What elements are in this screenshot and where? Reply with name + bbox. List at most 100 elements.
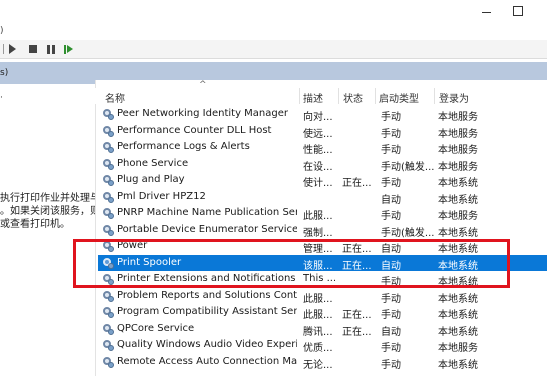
service-startup-type: 手动 xyxy=(381,310,401,321)
service-gear-icon xyxy=(102,125,114,137)
service-startup-type: 手动 xyxy=(381,145,401,156)
column-header-description[interactable]: 描述 xyxy=(303,90,323,105)
service-gear-icon xyxy=(102,290,114,302)
service-status: 正在... xyxy=(342,310,372,321)
column-header-startup-type[interactable]: 启动类型 xyxy=(379,90,419,105)
restart-icon[interactable] xyxy=(64,45,73,54)
service-logon-as: 本地服务 xyxy=(438,343,478,354)
service-logon-as: 本地服务 xyxy=(438,161,478,173)
service-row[interactable]: PNRP Machine Name Publication Serv... 此服.… xyxy=(98,205,547,222)
service-row[interactable]: Problem Reports and Solutions Contr... 此服… xyxy=(98,288,547,305)
column-divider[interactable] xyxy=(338,88,339,104)
service-logon-as: 本地服务 xyxy=(438,112,478,123)
service-logon-as: 本地系统 xyxy=(438,194,478,206)
service-startup-type: 手动 xyxy=(381,293,401,305)
service-name: Plug and Play xyxy=(117,174,185,185)
pause-icon[interactable] xyxy=(47,45,55,54)
column-header-row: 名称 描述 状态 启动类型 登录为 xyxy=(95,88,547,105)
service-description: 无论... xyxy=(303,359,333,371)
service-startup-type: 手动 xyxy=(381,211,401,222)
service-startup-type: 手动 xyxy=(381,343,401,354)
menu-fragment: ) xyxy=(0,26,4,36)
title-bar xyxy=(0,0,547,24)
service-logon-as: 本地系统 xyxy=(438,227,478,239)
column-divider[interactable] xyxy=(375,88,376,104)
minimize-icon[interactable] xyxy=(476,2,496,20)
tree-item-fragment[interactable]: s) xyxy=(0,68,8,78)
maximize-icon[interactable] xyxy=(508,2,528,20)
service-logon-as: 本地系统 xyxy=(438,178,478,189)
service-startup-type: 手动(触发... xyxy=(381,227,435,239)
service-logon-as: 本地服务 xyxy=(438,145,478,156)
service-logon-as: 本地系统 xyxy=(438,326,478,338)
service-gear-icon xyxy=(102,141,114,153)
service-description: 此服... xyxy=(303,293,333,305)
service-gear-icon xyxy=(102,306,114,318)
service-row[interactable]: Program Compatibility Assistant Servi...… xyxy=(98,304,547,321)
description-line: 或查看打印机。 xyxy=(0,219,70,230)
service-name: Portable Device Enumerator Service xyxy=(117,223,297,235)
service-row[interactable]: Quality Windows Audio Video Experie... 优质… xyxy=(98,337,547,354)
service-status: 正在... xyxy=(342,326,372,338)
service-name: Remote Access Auto Connection Man... xyxy=(117,355,297,367)
service-gear-icon xyxy=(102,224,114,236)
service-gear-icon xyxy=(102,339,114,351)
service-description: 在设... xyxy=(303,161,333,173)
service-logon-as: 本地系统 xyxy=(438,359,478,371)
service-description: 强制... xyxy=(303,227,333,239)
service-description: 此服... xyxy=(303,310,333,321)
service-row[interactable]: Plug and Play 使计... 正在... 手动 本地系统 xyxy=(98,172,547,189)
service-gear-icon xyxy=(102,356,114,368)
service-name: PNRP Machine Name Publication Serv... xyxy=(117,207,297,218)
service-description: 腾讯... xyxy=(303,326,333,338)
toolbar-separator xyxy=(3,44,4,54)
service-logon-as: 本地系统 xyxy=(438,310,478,321)
service-row[interactable]: Pml Driver HPZ12 自动 本地系统 xyxy=(98,189,547,206)
service-row[interactable]: QPCore Service 腾讯... 正在... 自动 本地系统 xyxy=(98,321,547,338)
side-dot: · xyxy=(0,93,3,103)
service-row[interactable]: Phone Service 在设... 手动(触发... 本地服务 xyxy=(98,156,547,173)
service-gear-icon xyxy=(102,158,114,170)
service-description: 此服... xyxy=(303,211,333,222)
service-row[interactable]: Performance Logs & Alerts 性能... 手动 本地服务 xyxy=(98,139,547,156)
service-startup-type: 手动 xyxy=(381,128,401,140)
play-icon[interactable] xyxy=(9,44,16,54)
column-divider[interactable] xyxy=(299,88,300,104)
service-gear-icon xyxy=(102,191,114,203)
service-name: QPCore Service xyxy=(117,322,195,334)
service-logon-as: 本地系统 xyxy=(438,293,478,305)
service-startup-type: 手动 xyxy=(381,112,401,123)
service-name: Program Compatibility Assistant Servi... xyxy=(117,306,297,317)
service-name: Performance Logs & Alerts xyxy=(117,141,250,152)
service-gear-icon xyxy=(102,207,114,219)
stop-icon[interactable] xyxy=(29,45,37,53)
service-description: 使计... xyxy=(303,178,333,189)
service-status: 正在... xyxy=(342,178,372,189)
service-name: Quality Windows Audio Video Experie... xyxy=(117,339,297,350)
column-divider[interactable] xyxy=(434,88,435,104)
service-gear-icon xyxy=(102,323,114,335)
column-header-status[interactable]: 状态 xyxy=(343,90,363,105)
service-logon-as: 本地服务 xyxy=(438,128,478,140)
service-name: Performance Counter DLL Host xyxy=(117,124,272,136)
service-row[interactable]: Portable Device Enumerator Service 强制... 手… xyxy=(98,222,547,239)
highlight-annotation-box xyxy=(73,239,510,288)
service-description: 向对... xyxy=(303,112,333,123)
service-name: Phone Service xyxy=(117,157,189,169)
service-startup-type: 手动(触发... xyxy=(381,161,435,173)
service-logon-as: 本地服务 xyxy=(438,211,478,222)
service-description: 使远... xyxy=(303,128,333,140)
service-name: Pml Driver HPZ12 xyxy=(117,190,206,202)
service-row[interactable]: Remote Access Auto Connection Man... 无论..… xyxy=(98,354,547,371)
service-row[interactable]: Peer Networking Identity Manager 向对... 手动 本… xyxy=(98,106,547,123)
service-name: Problem Reports and Solutions Contr... xyxy=(117,289,297,301)
service-gear-icon xyxy=(102,174,114,186)
column-header-logon-as[interactable]: 登录为 xyxy=(439,90,469,105)
service-gear-icon xyxy=(102,108,114,120)
service-startup-type: 自动 xyxy=(381,326,401,338)
service-startup-type: 手动 xyxy=(381,359,401,371)
service-startup-type: 手动 xyxy=(381,178,401,189)
service-row[interactable]: Performance Counter DLL Host 使远... 手动 本地服务 xyxy=(98,123,547,140)
toolbar xyxy=(0,40,547,59)
column-header-name[interactable]: 名称 xyxy=(105,90,125,105)
